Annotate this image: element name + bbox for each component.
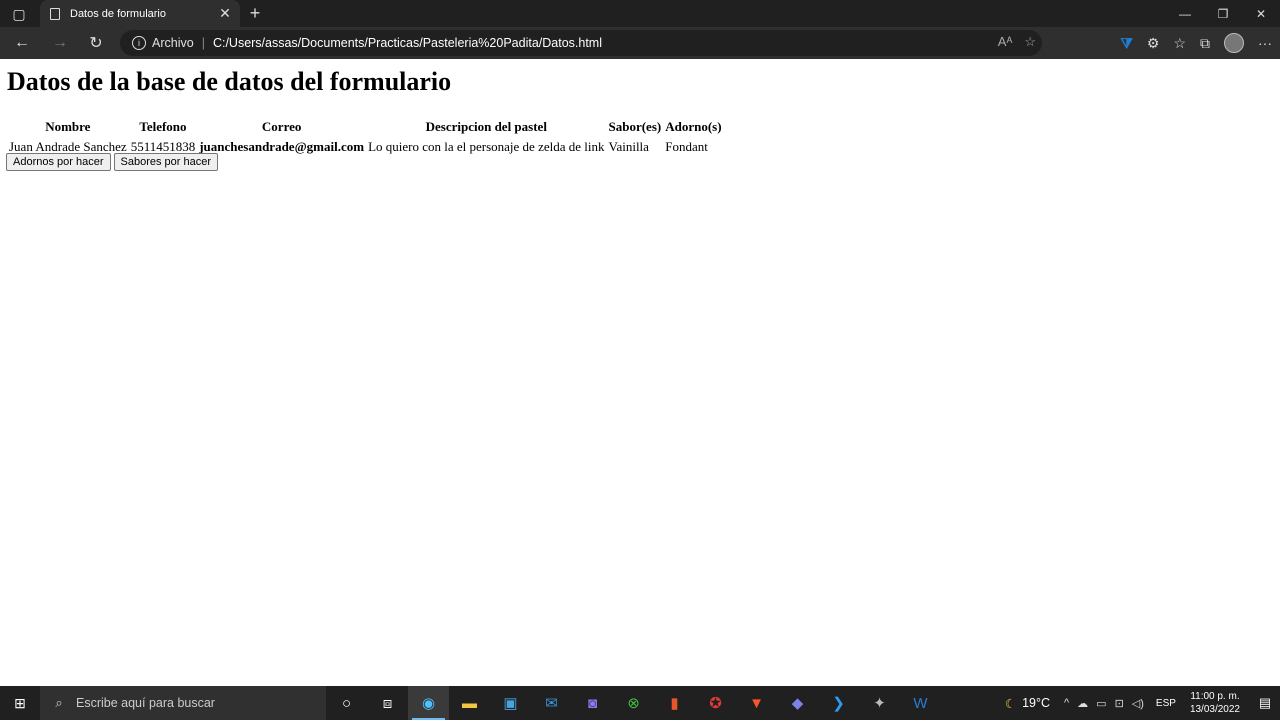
address-url[interactable]: C:/Users/assas/Documents/Practicas/Paste…: [213, 36, 602, 50]
vscode-icon[interactable]: ❯: [818, 686, 859, 720]
search-icon: ⌕: [55, 695, 63, 710]
browser-tab[interactable]: Datos de formulario ✕: [40, 0, 240, 27]
clock-time: 11:00 p. m.: [1190, 691, 1240, 702]
adornos-por-hacer-button[interactable]: Adornos por hacer: [6, 153, 111, 171]
word-icon[interactable]: W: [900, 686, 941, 720]
extension-icon[interactable]: ⧩: [1120, 35, 1133, 52]
microsoft-store-icon[interactable]: ▣: [490, 686, 531, 720]
clock[interactable]: 11:00 p. m. 13/03/2022: [1190, 690, 1240, 716]
system-tray: ☾ 19°C ^ ☁ ▭ ⊡ ◁) ESP 11:00 p. m. 13/03/…: [1005, 686, 1280, 720]
back-arrow-icon[interactable]: ←: [10, 31, 34, 55]
page-content: Datos de la base de datos del formulario…: [0, 59, 1280, 686]
address-separator: |: [201, 36, 205, 50]
app-icon[interactable]: ✦: [859, 686, 900, 720]
cell-sabores: Vainilla: [608, 139, 649, 154]
temperature: 19°C: [1022, 696, 1050, 710]
browser-tab-bar: ▢ Datos de formulario ✕ + — ❐ ✕: [0, 0, 1280, 27]
info-icon[interactable]: i: [132, 36, 146, 50]
address-actions: Aᴬ ☆: [998, 34, 1036, 50]
sabores-por-hacer-button[interactable]: Sabores por hacer: [113, 153, 218, 171]
window-close-icon[interactable]: ✕: [1242, 0, 1280, 27]
show-hidden-icons-chevron-icon[interactable]: ^: [1064, 697, 1069, 710]
toolbar-right-icons: ⧩ ⚙ ☆ ⧉ ···: [1120, 31, 1272, 55]
file-explorer-icon[interactable]: ▬: [449, 686, 490, 720]
header-descripcion: Descripcion del pastel: [425, 119, 547, 134]
header-nombre: Nombre: [45, 119, 91, 134]
cell-descripcion: Lo quiero con la el personaje de zelda d…: [368, 139, 605, 154]
more-menu-icon[interactable]: ···: [1258, 35, 1272, 51]
extensions-puzzle-icon[interactable]: ⚙: [1147, 35, 1160, 52]
header-telefono: Telefono: [139, 119, 187, 134]
battery-icon[interactable]: ▭: [1096, 697, 1106, 710]
network-icon[interactable]: ⊡: [1115, 697, 1124, 710]
notifications-icon[interactable]: ▤: [1250, 686, 1280, 720]
weather-moon-icon: ☾: [1004, 696, 1017, 711]
tray-icons: ^ ☁ ▭ ⊡ ◁): [1064, 697, 1144, 710]
forward-arrow-icon[interactable]: →: [48, 31, 72, 55]
table-header-row: Nombre Telefono Correo Descripcion del p…: [8, 118, 723, 136]
header-adornos: Adorno(s): [665, 119, 722, 134]
address-scheme-label: Archivo: [152, 36, 194, 50]
task-view-icon[interactable]: ⧈: [367, 686, 408, 720]
window-controls: — ❐ ✕: [1166, 0, 1280, 27]
search-placeholder: Escribe aquí para buscar: [76, 696, 215, 710]
close-tab-icon[interactable]: ✕: [216, 5, 234, 23]
form-data-table: Nombre Telefono Correo Descripcion del p…: [6, 116, 725, 158]
brave-browser-icon[interactable]: ▼: [736, 686, 777, 720]
photos-icon[interactable]: ◙: [572, 686, 613, 720]
add-favorite-icon[interactable]: ☆: [1024, 34, 1036, 50]
teams-icon[interactable]: ◆: [777, 686, 818, 720]
volume-icon[interactable]: ◁): [1132, 697, 1144, 710]
mail-icon[interactable]: ✉: [531, 686, 572, 720]
tab-title: Datos de formulario: [70, 7, 166, 20]
cell-correo: juanchesandrade@gmail.com: [199, 139, 365, 154]
minimize-icon[interactable]: —: [1166, 0, 1204, 27]
windows-start-icon[interactable]: ⊞: [0, 686, 40, 720]
action-buttons: Adornos por hacer Sabores por hacer: [6, 153, 218, 171]
cortana-icon[interactable]: ○: [326, 686, 367, 720]
clock-date: 13/03/2022: [1189, 704, 1240, 715]
tab-actions-icon[interactable]: ▢: [8, 5, 30, 23]
xbox-icon[interactable]: ⊗: [613, 686, 654, 720]
input-language[interactable]: ESP: [1156, 698, 1176, 709]
edge-browser-icon[interactable]: ◉: [408, 686, 449, 720]
security-app-icon[interactable]: ✪: [695, 686, 736, 720]
address-bar[interactable]: i Archivo | C:/Users/assas/Documents/Pra…: [120, 30, 1042, 56]
reload-icon[interactable]: ↻: [84, 31, 108, 55]
onedrive-icon[interactable]: ☁: [1077, 697, 1088, 710]
read-aloud-icon[interactable]: Aᴬ: [998, 34, 1013, 50]
restore-icon[interactable]: ❐: [1204, 0, 1242, 27]
office-icon[interactable]: ▮: [654, 686, 695, 720]
browser-toolbar: ← → ↻ i Archivo | C:/Users/assas/Documen…: [0, 27, 1280, 59]
new-tab-icon[interactable]: +: [245, 3, 265, 23]
document-icon: [50, 7, 60, 20]
weather-widget[interactable]: ☾ 19°C: [1005, 696, 1050, 711]
taskbar-search-box[interactable]: ⌕ Escribe aquí para buscar: [40, 686, 326, 720]
favorites-icon[interactable]: ☆: [1173, 35, 1186, 52]
collections-icon[interactable]: ⧉: [1200, 35, 1210, 52]
page-title: Datos de la base de datos del formulario: [7, 67, 452, 96]
cell-adornos: Fondant: [665, 139, 708, 154]
profile-avatar[interactable]: [1224, 33, 1244, 53]
header-correo: Correo: [261, 119, 302, 134]
header-sabores: Sabor(es): [608, 119, 662, 134]
taskbar-apps: ○ ⧈ ◉ ▬ ▣ ✉ ◙ ⊗ ▮ ✪ ▼ ◆ ❯ ✦ W: [326, 686, 941, 720]
windows-taskbar: ⊞ ⌕ Escribe aquí para buscar ○ ⧈ ◉ ▬ ▣ ✉…: [0, 686, 1280, 720]
